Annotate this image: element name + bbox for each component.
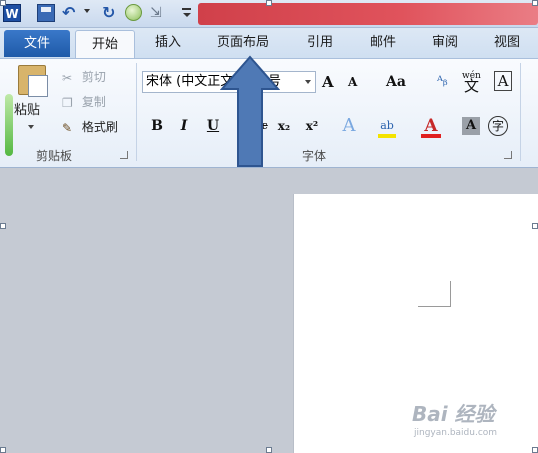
tab-view[interactable]: 视图 — [482, 28, 532, 58]
highlight-button[interactable]: ab — [376, 115, 398, 138]
ribbon-tabs: 文件 开始 插入 页面布局 引用 邮件 审阅 视图 — [0, 28, 538, 59]
save-icon[interactable] — [37, 4, 55, 22]
phonetic-base: 文 — [464, 77, 480, 95]
paste-dropdown-icon[interactable] — [28, 125, 34, 129]
chevron-down-icon — [305, 80, 311, 84]
superscript-button[interactable]: x² — [301, 115, 323, 137]
clipboard-group-label: 剪贴板 — [36, 149, 73, 163]
resize-handle — [266, 0, 272, 6]
cut-label: 剪切 — [81, 70, 106, 84]
grow-font-button[interactable]: A — [322, 71, 334, 93]
format-painter-button[interactable]: ✎ 格式刷 — [62, 117, 118, 137]
clear-format-icon[interactable]: ᴬᵦ — [437, 71, 448, 93]
clipboard-launcher-icon[interactable] — [120, 151, 128, 159]
resize-handle — [532, 0, 538, 6]
redacted-title — [198, 3, 538, 25]
copy-icon: ❐ — [62, 95, 73, 110]
highlight-bar — [378, 134, 396, 138]
up-arrow-icon — [220, 55, 280, 167]
tab-mailings[interactable]: 邮件 — [358, 28, 408, 58]
watermark-url: jingyan.baidu.com — [414, 428, 498, 438]
format-painter-label: 格式刷 — [81, 120, 118, 134]
group-divider — [520, 63, 521, 161]
resize-handle — [0, 223, 6, 229]
customize-icon[interactable] — [182, 6, 191, 20]
paste-button[interactable]: 粘贴 — [14, 101, 40, 121]
copy-button[interactable]: ❐ 复制 — [62, 92, 106, 112]
font-color-button[interactable]: A — [420, 115, 442, 138]
tab-home[interactable]: 开始 — [75, 30, 135, 59]
tab-file[interactable]: 文件 — [4, 30, 70, 57]
paste-icon[interactable] — [14, 65, 48, 97]
group-divider — [136, 63, 137, 161]
scissors-icon: ✂ — [62, 70, 73, 85]
word-icon[interactable]: W — [3, 4, 21, 22]
resize-handle — [532, 447, 538, 453]
tab-insert[interactable]: 插入 — [140, 28, 196, 58]
char-shading-button[interactable]: A — [462, 117, 480, 135]
brush-icon: ✎ — [62, 120, 73, 135]
text-effects-icon[interactable]: A — [338, 115, 360, 137]
watermark-text: Bai 经验 — [412, 402, 495, 426]
text-area-corner-mark — [418, 281, 451, 307]
font-group-label: 字体 — [302, 149, 327, 163]
circle-icon[interactable] — [125, 4, 142, 21]
tab-references[interactable]: 引用 — [295, 28, 345, 58]
highlight-letters: ab — [380, 119, 394, 132]
font-color-letter: A — [424, 116, 438, 136]
char-border-button[interactable]: A — [494, 71, 512, 91]
font-color-bar — [421, 134, 441, 138]
resize-handle — [0, 0, 6, 6]
tab-page-layout[interactable]: 页面布局 — [205, 28, 281, 58]
cut-button[interactable]: ✂ 剪切 — [62, 67, 106, 87]
resize-handle — [266, 447, 272, 453]
enclose-char-button[interactable]: 字 — [488, 116, 508, 136]
resize-handle — [0, 447, 6, 453]
redo-icon[interactable]: ↻ — [102, 4, 120, 22]
shrink-font-button[interactable]: A — [348, 71, 357, 93]
copy-label: 复制 — [81, 95, 106, 109]
italic-button[interactable]: I — [173, 115, 195, 137]
bold-button[interactable]: B — [146, 115, 168, 137]
status-indicator — [5, 94, 13, 156]
change-case-button[interactable]: Aa — [386, 71, 406, 93]
resize-handle — [532, 223, 538, 229]
tab-review[interactable]: 审阅 — [420, 28, 470, 58]
font-launcher-icon[interactable] — [504, 151, 512, 159]
format-icon[interactable]: ⇲ — [150, 4, 168, 22]
undo-dropdown-icon[interactable] — [84, 9, 90, 13]
undo-icon[interactable]: ↶ — [62, 4, 80, 22]
